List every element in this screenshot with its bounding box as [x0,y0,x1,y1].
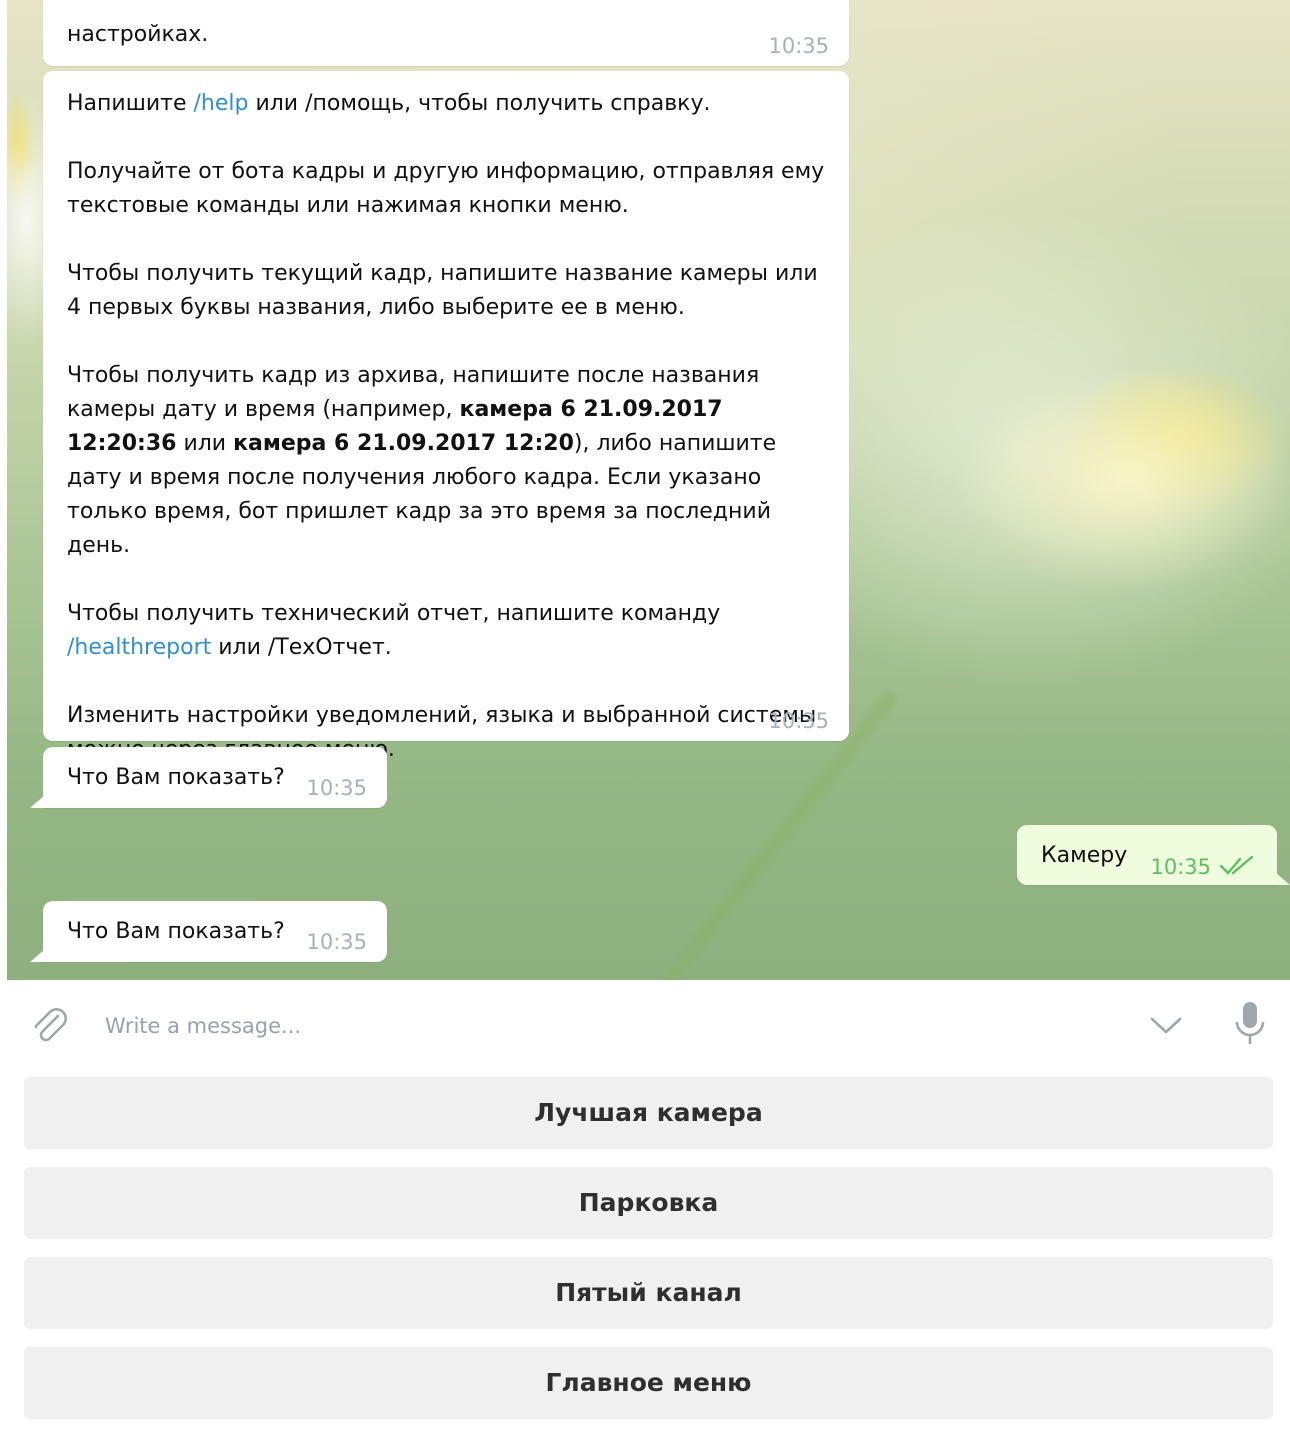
chat-history[interactable]: настройках. 10:35 Напишите /help или /по… [7,0,1290,980]
bot-keyboard: Лучшая камера Парковка Пятый канал Главн… [24,1077,1273,1437]
keyboard-button-fifth-channel[interactable]: Пятый канал [24,1257,1273,1329]
outgoing-message-bubble: Камеру 10:35 [1017,825,1290,885]
message-input[interactable] [103,1006,1107,1046]
microphone-icon[interactable] [1232,1000,1268,1048]
help-command-link[interactable]: /help [193,91,248,116]
message-time: 10:35 [306,776,367,800]
message-text: Камеру [1041,843,1128,868]
keyboard-button-main-menu[interactable]: Главное меню [24,1347,1273,1419]
message-text: Что Вам показать? [67,765,285,790]
chevron-down-icon[interactable] [1148,1010,1184,1040]
message-composer [0,980,1290,1070]
keyboard-button-parking[interactable]: Парковка [24,1167,1273,1239]
message-bubble: Что Вам показать? 10:35 [30,901,387,962]
message-text: Что Вам показать? [67,919,285,944]
paperclip-icon[interactable] [28,1004,70,1046]
keyboard-button-best-camera[interactable]: Лучшая камера [24,1077,1273,1149]
message-time: 10:35 [1150,855,1211,879]
message-bubble-help: Напишите /help или /помощь, чтобы получи… [43,71,849,762]
message-text: Напишите /help или /помощь, чтобы получи… [67,91,832,762]
healthreport-command-link[interactable]: /healthreport [67,635,211,660]
double-check-icon [1219,855,1254,875]
message-time: 10:35 [768,34,829,58]
message-text: настройках. [67,22,209,47]
message-time: 10:35 [306,930,367,954]
message-bubble: Что Вам показать? 10:35 [30,747,387,808]
message-bubble: настройках. 10:35 [43,0,849,66]
message-time: 10:35 [768,709,829,733]
